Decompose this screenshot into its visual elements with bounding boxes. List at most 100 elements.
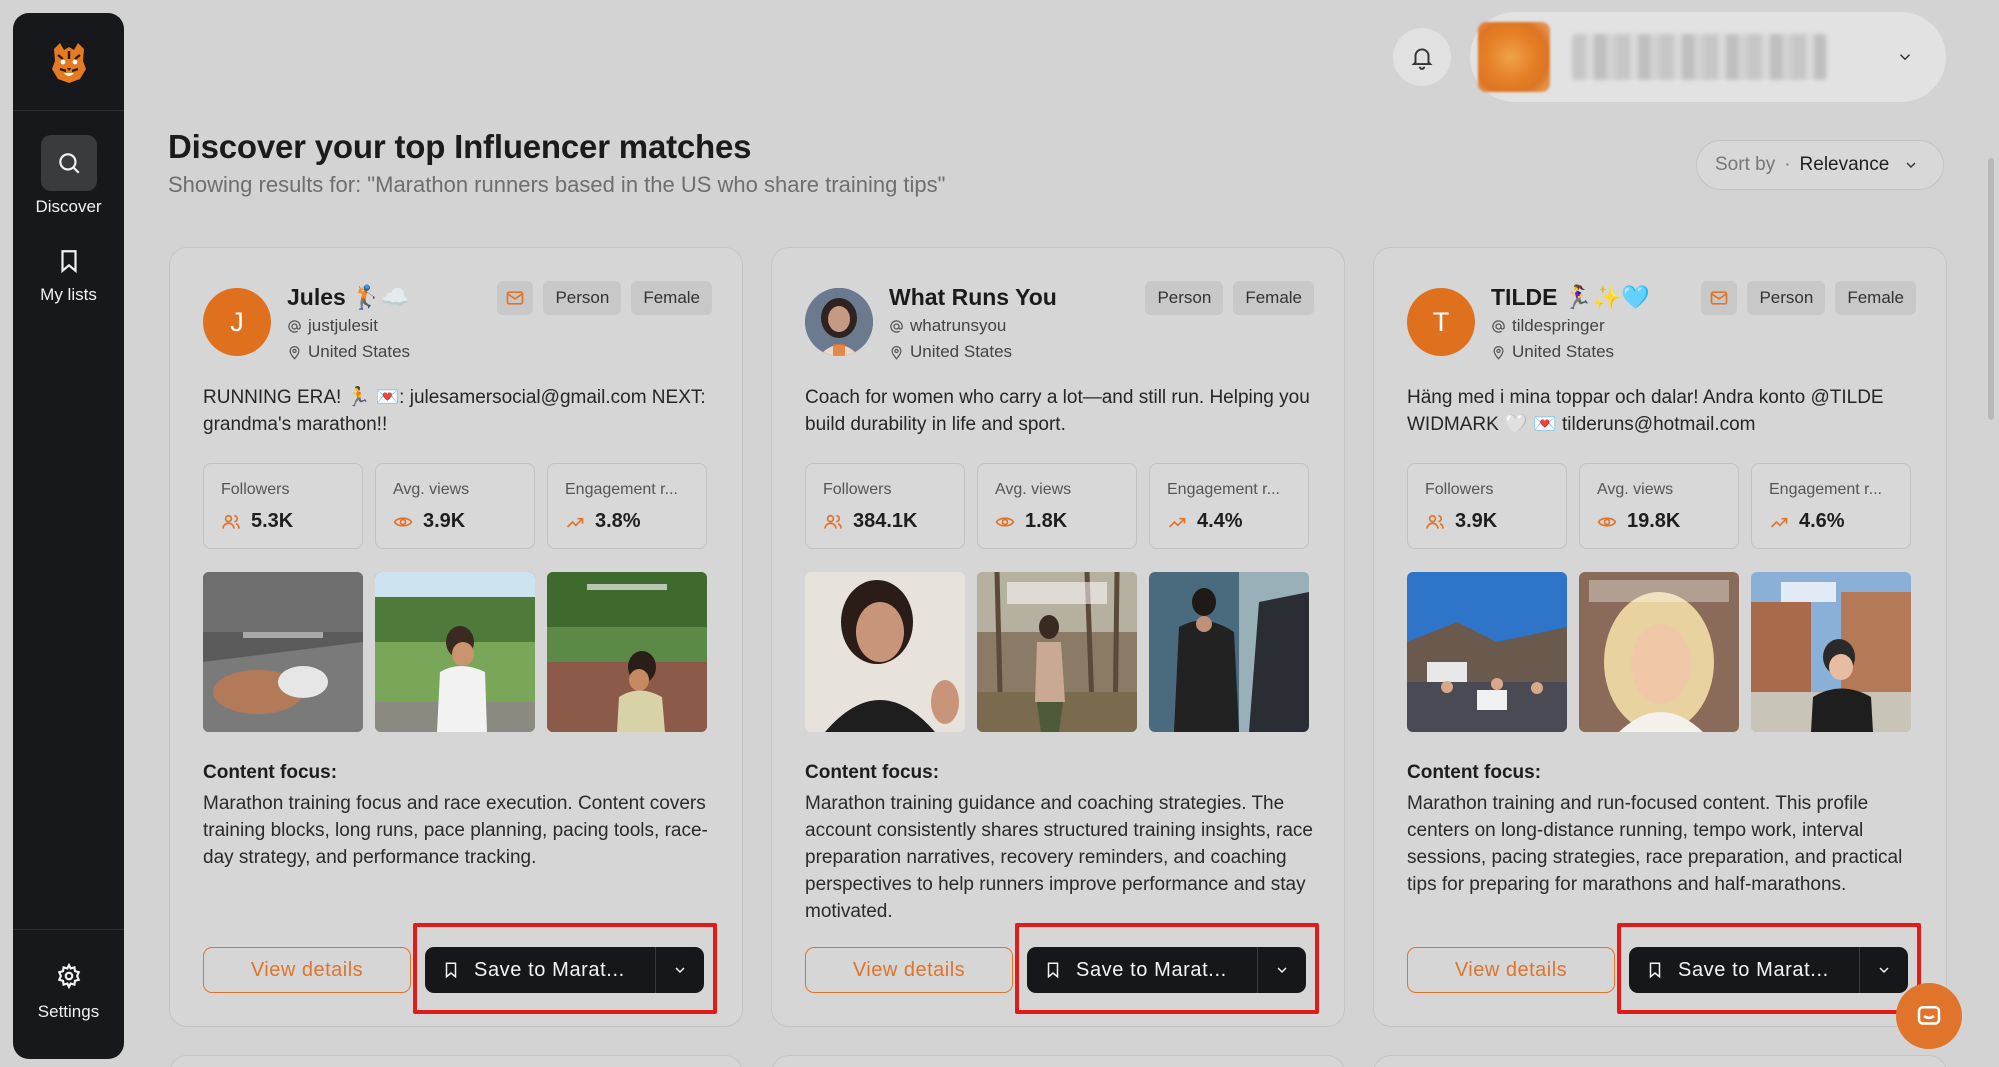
followers-value: 3.9K — [1455, 510, 1498, 532]
location-pin-icon — [289, 345, 300, 360]
post-thumbnail[interactable] — [1579, 572, 1739, 732]
influencer-name[interactable]: TILDE 🏃‍♀️✨🩵 — [1491, 284, 1650, 311]
view-details-button[interactable]: View details — [1407, 947, 1615, 993]
view-details-button[interactable]: View details — [805, 947, 1013, 993]
view-details-button[interactable]: View details — [203, 947, 411, 993]
avatar[interactable]: T — [1407, 288, 1475, 356]
post-thumbnail[interactable] — [977, 572, 1137, 732]
save-to-list-button[interactable]: Save to Marat... — [425, 947, 704, 993]
engagement-stat: Engagement r... 4.6% — [1751, 463, 1911, 549]
type-badge: Person — [543, 281, 622, 315]
save-button-main[interactable]: Save to Marat... — [1027, 947, 1258, 993]
stat-label: Avg. views — [995, 481, 1072, 498]
stat-value: 19.8K — [1597, 510, 1680, 533]
stat-value: 3.8% — [565, 510, 641, 533]
influencer-location: United States — [889, 342, 1012, 362]
page-subtitle: Showing results for: "Marathon runners b… — [168, 172, 946, 197]
gender-badge: Female — [1835, 281, 1916, 315]
scrollbar[interactable] — [1988, 158, 1994, 420]
save-to-list-button[interactable]: Save to Marat... — [1027, 947, 1306, 993]
tiger-logo-icon — [51, 42, 86, 83]
avg-views-value: 1.8K — [1025, 510, 1068, 532]
tiger-logo[interactable] — [13, 13, 124, 111]
engagement-stat: Engagement r... 4.4% — [1149, 463, 1309, 549]
post-thumbnail[interactable] — [1751, 572, 1911, 732]
post-thumbnail[interactable] — [1149, 572, 1309, 732]
save-list-dropdown[interactable] — [1258, 962, 1306, 978]
sidebar-item-label: My lists — [40, 285, 97, 304]
influencer-card: What Runs You whatrunsyou United States … — [771, 247, 1345, 1027]
post-thumbnail[interactable] — [375, 572, 535, 732]
tag-list: Person Female — [1701, 281, 1916, 315]
influencer-handle: whatrunsyou — [889, 316, 1006, 336]
profile-menu[interactable] — [1470, 12, 1946, 102]
influencer-bio: Häng med i mina toppar och dalar! Andra … — [1407, 387, 1884, 435]
engagement-value: 4.4% — [1197, 510, 1243, 532]
eye-icon — [995, 516, 1015, 527]
avatar[interactable]: J — [203, 288, 271, 356]
chat-launcher-button[interactable] — [1896, 983, 1962, 1049]
avg-views-value: 3.9K — [423, 510, 466, 532]
sidebar-item-label: Discover — [35, 197, 102, 216]
stat-value: 3.9K — [393, 510, 465, 533]
eye-icon — [1597, 516, 1617, 527]
sidebar-item-my-lists[interactable]: My lists — [13, 239, 124, 305]
post-thumbnail[interactable] — [1407, 572, 1567, 732]
followers-stat: Followers 384.1K — [805, 463, 965, 549]
influencer-name[interactable]: What Runs You — [889, 284, 1057, 311]
location-pin-icon — [891, 345, 902, 360]
stat-value: 3.9K — [1425, 510, 1497, 533]
sort-dropdown[interactable]: Sort by · Relevance — [1696, 140, 1944, 190]
chevron-down-icon — [675, 967, 685, 974]
avg-views-value: 19.8K — [1627, 510, 1681, 532]
influencer-card-partial — [771, 1055, 1345, 1067]
gender-badge: Female — [631, 281, 712, 315]
at-icon — [1492, 319, 1505, 333]
chevron-down-icon — [1277, 967, 1287, 974]
save-list-dropdown[interactable] — [656, 962, 704, 978]
influencer-bio: Coach for women who carry a lot—and stil… — [805, 387, 1310, 435]
post-thumbnail[interactable] — [203, 572, 363, 732]
profile-name-redacted — [1572, 34, 1827, 80]
save-button-main[interactable]: Save to Marat... — [1629, 947, 1860, 993]
stat-label: Followers — [221, 481, 290, 498]
save-to-list-button[interactable]: Save to Marat... — [1629, 947, 1908, 993]
avatar — [1478, 22, 1550, 92]
content-focus-label: Content focus: — [203, 762, 338, 783]
sidebar-item-settings[interactable]: Settings — [13, 956, 124, 1022]
followers-stat: Followers 5.3K — [203, 463, 363, 549]
handle-text: tildespringer — [1512, 316, 1605, 335]
bell-icon — [1411, 48, 1433, 70]
stat-value: 4.6% — [1769, 510, 1845, 533]
search-icon — [40, 135, 97, 191]
save-button-main[interactable]: Save to Marat... — [425, 947, 656, 993]
followers-stat: Followers 3.9K — [1407, 463, 1567, 549]
stat-label: Engagement r... — [565, 481, 678, 498]
influencer-name[interactable]: Jules 🏌️☁️ — [287, 284, 409, 311]
gender-badge: Female — [1233, 281, 1314, 315]
stat-label: Followers — [823, 481, 892, 498]
users-icon — [824, 514, 842, 529]
users-icon — [1426, 514, 1444, 529]
chevron-down-icon — [1879, 967, 1889, 974]
avg-views-stat: Avg. views 19.8K — [1579, 463, 1739, 549]
stat-value: 384.1K — [823, 510, 918, 533]
stat-label: Avg. views — [1597, 481, 1674, 498]
sidebar-item-discover[interactable]: Discover — [13, 135, 124, 217]
email-badge[interactable] — [497, 281, 534, 315]
mail-icon — [1711, 291, 1728, 305]
location-text: United States — [308, 342, 411, 361]
post-thumbnail[interactable] — [805, 572, 965, 732]
followers-value: 5.3K — [251, 510, 294, 532]
email-badge[interactable] — [1701, 281, 1738, 315]
notifications-button[interactable] — [1393, 28, 1451, 86]
stat-label: Engagement r... — [1769, 481, 1882, 498]
trending-up-icon — [566, 517, 584, 528]
avatar[interactable] — [805, 288, 873, 356]
eye-icon — [393, 516, 413, 527]
stat-value: 5.3K — [221, 510, 293, 533]
sort-label: Sort by — [1715, 154, 1776, 175]
save-list-dropdown[interactable] — [1860, 962, 1908, 978]
influencer-bio: RUNNING ERA! 🏃 💌: julesamersocial@gmail.… — [203, 387, 706, 435]
post-thumbnail[interactable] — [547, 572, 707, 732]
